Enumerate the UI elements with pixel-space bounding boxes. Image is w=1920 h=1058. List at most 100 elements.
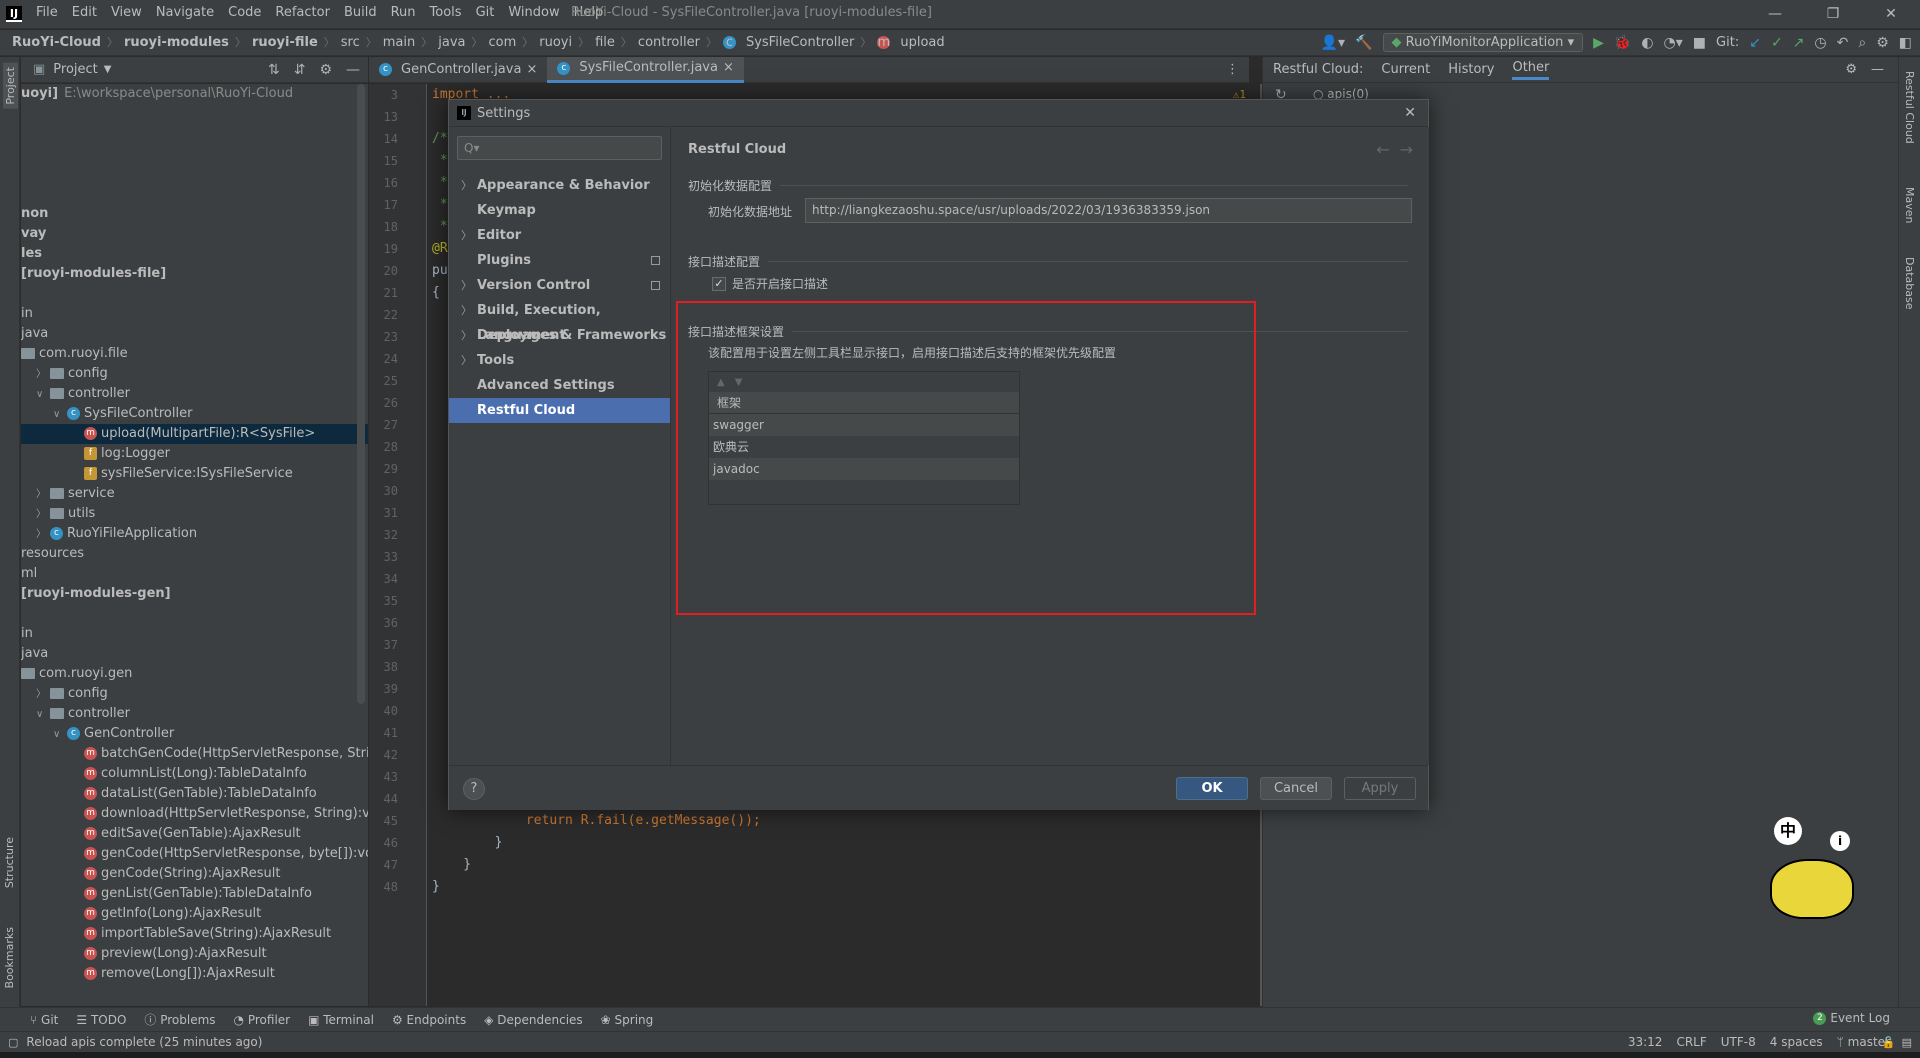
chevron-down-icon[interactable]: ∨ (53, 725, 67, 745)
chevron-right-icon[interactable]: 〉 (36, 365, 50, 385)
tree-node[interactable]: m getInfo(Long):AjaxResult (21, 904, 368, 924)
tree-node[interactable]: m batchGenCode(HttpServletResponse, Strin… (21, 744, 368, 764)
lock-icon[interactable]: 🔓 (1882, 1036, 1896, 1049)
settings-nav-build-execution-deployment[interactable]: 〉 Build, Execution, Deployment (449, 298, 670, 343)
apply-button[interactable]: Apply (1344, 777, 1416, 800)
init-url-input[interactable]: http://liangkezaoshu.space/usr/uploads/2… (805, 198, 1412, 223)
search-icon[interactable]: ⌕ (1858, 35, 1866, 51)
project-view-selector[interactable]: Project (53, 62, 97, 77)
tree-node[interactable] (21, 104, 368, 124)
stop-icon[interactable]: ■ (1693, 35, 1706, 51)
hide-panel-icon[interactable]: — (346, 62, 360, 78)
build-hammer-icon[interactable]: 🔨 (1355, 35, 1372, 51)
tree-node[interactable]: uoyi] E:\workspace\personal\RuoYi-Cloud (21, 84, 368, 104)
hide-restful-panel-icon[interactable]: — (1871, 62, 1884, 77)
enable-desc-checkbox[interactable]: ✓ (712, 276, 726, 291)
ime-info-icon[interactable]: i (1830, 831, 1850, 851)
settings-nav-advanced-settings[interactable]: Advanced Settings (449, 373, 670, 398)
tree-node[interactable]: f sysFileService:ISysFileService (21, 464, 368, 484)
close-window-icon[interactable]: ✕ (1862, 0, 1920, 29)
help-button[interactable]: ? (463, 778, 485, 800)
tree-node[interactable]: m columnList(Long):TableDataInfo (21, 764, 368, 784)
breadcrumb-item[interactable]: src (341, 35, 360, 50)
tree-node[interactable]: m remove(Long[]):AjaxResult (21, 964, 368, 984)
menu-navigate[interactable]: Navigate (156, 5, 214, 20)
tree-node[interactable]: m dataList(GenTable):TableDataInfo (21, 784, 368, 804)
git-update-icon[interactable]: ↙ (1749, 35, 1761, 51)
settings-nav-plugins[interactable]: Plugins (449, 248, 670, 273)
tree-node[interactable]: m download(HttpServletResponse, String):v… (21, 804, 368, 824)
breadcrumb-item[interactable]: ruoyi-modules (124, 35, 229, 50)
tree-node[interactable]: java (21, 644, 368, 664)
tree-node[interactable]: java (21, 324, 368, 344)
menu-build[interactable]: Build (344, 5, 377, 20)
cancel-button[interactable]: Cancel (1260, 777, 1332, 800)
settings-nav-appearance-behavior[interactable]: 〉 Appearance & Behavior (449, 173, 670, 198)
restful-settings-gear-icon[interactable]: ⚙ (1845, 62, 1857, 77)
maven-tool-button[interactable]: Maven (1903, 187, 1916, 223)
ime-mascot[interactable]: 中 i (1768, 817, 1858, 927)
tree-node[interactable]: in (21, 304, 368, 324)
chevron-right-icon[interactable]: 〉 (36, 485, 50, 505)
chevron-down-icon[interactable]: ∨ (53, 405, 67, 425)
tab-history[interactable]: History (1448, 62, 1494, 77)
settings-search-input[interactable]: Q▾ (457, 136, 662, 160)
chevron-right-icon[interactable]: 〉 (36, 525, 50, 545)
menu-edit[interactable]: Edit (72, 5, 97, 20)
tree-node[interactable]: com.ruoyi.gen (21, 664, 368, 684)
settings-gear-icon[interactable]: ⚙ (1876, 35, 1889, 51)
tree-node[interactable] (21, 604, 368, 624)
tree-node[interactable]: [ruoyi-modules-gen] (21, 584, 368, 604)
tool-window-profiler[interactable]: ◔ Profiler (234, 1013, 291, 1027)
caret-position[interactable]: 33:12 (1628, 1035, 1663, 1049)
tree-node[interactable]: 〉 config (21, 364, 368, 384)
menu-run[interactable]: Run (391, 5, 416, 20)
editor-tab[interactable]: c SysFileController.java × (547, 55, 744, 83)
tree-node[interactable] (21, 184, 368, 204)
run-icon[interactable]: ▶ (1593, 35, 1604, 51)
chevron-down-icon[interactable]: ▼ (104, 64, 112, 75)
settings-nav-restful-cloud[interactable]: Restful Cloud (449, 398, 670, 423)
editor-tab[interactable]: c GenController.java × (369, 57, 547, 83)
ok-button[interactable]: OK (1176, 777, 1248, 800)
menu-window[interactable]: Window (508, 5, 559, 20)
chevron-down-icon[interactable]: ∨ (36, 705, 50, 725)
tree-node[interactable]: vay (21, 224, 368, 244)
breadcrumb-item[interactable]: SysFileController (746, 35, 854, 50)
close-tab-icon[interactable]: × (723, 55, 734, 81)
menu-git[interactable]: Git (476, 5, 495, 20)
restore-icon[interactable]: ❐ (1804, 0, 1862, 29)
tree-node[interactable]: ∨ c SysFileController (21, 404, 368, 424)
breadcrumb-item[interactable]: main (383, 35, 415, 50)
tree-node[interactable]: m genCode(String):AjaxResult (21, 864, 368, 884)
database-tool-button[interactable]: Database (1903, 257, 1916, 310)
tree-node[interactable]: non (21, 204, 368, 224)
menu-file[interactable]: File (36, 5, 58, 20)
chevron-right-icon[interactable]: 〉 (36, 685, 50, 705)
run-configuration-select[interactable]: ◆ RuoYiMonitorApplication ▾ (1382, 33, 1584, 52)
tab-current[interactable]: Current (1381, 62, 1430, 77)
git-commit-icon[interactable]: ✓ (1771, 35, 1783, 51)
tool-window-endpoints[interactable]: ⚙ Endpoints (392, 1013, 466, 1027)
settings-nav-editor[interactable]: 〉 Editor (449, 223, 670, 248)
tree-node[interactable]: les (21, 244, 368, 264)
tree-node[interactable]: 〉 utils (21, 504, 368, 524)
chevron-right-icon[interactable]: 〉 (36, 505, 50, 525)
memory-indicator-icon[interactable]: ▤ (1902, 1036, 1912, 1049)
breadcrumb-item[interactable]: ruoyi-file (252, 35, 318, 50)
project-tool-button[interactable]: Project (3, 63, 18, 109)
debug-icon[interactable]: 🐞 (1614, 35, 1631, 51)
tree-node[interactable]: [ruoyi-modules-file] (21, 264, 368, 284)
tree-node[interactable]: m genList(GenTable):TableDataInfo (21, 884, 368, 904)
settings-nav-tools[interactable]: 〉 Tools (449, 348, 670, 373)
indent-setting[interactable]: 4 spaces (1770, 1035, 1823, 1049)
project-scrollbar[interactable] (357, 84, 365, 704)
menu-tools[interactable]: Tools (430, 5, 462, 20)
jetbrains-toolbox-icon[interactable]: ◧ (1899, 35, 1912, 51)
line-separator[interactable]: CRLF (1676, 1035, 1706, 1049)
menu-refactor[interactable]: Refactor (275, 5, 330, 20)
breadcrumb-item[interactable]: com (489, 35, 517, 50)
settings-nav-version-control[interactable]: 〉 Version Control (449, 273, 670, 298)
dialog-close-icon[interactable]: ✕ (1404, 105, 1416, 121)
tree-node[interactable]: resources (21, 544, 368, 564)
